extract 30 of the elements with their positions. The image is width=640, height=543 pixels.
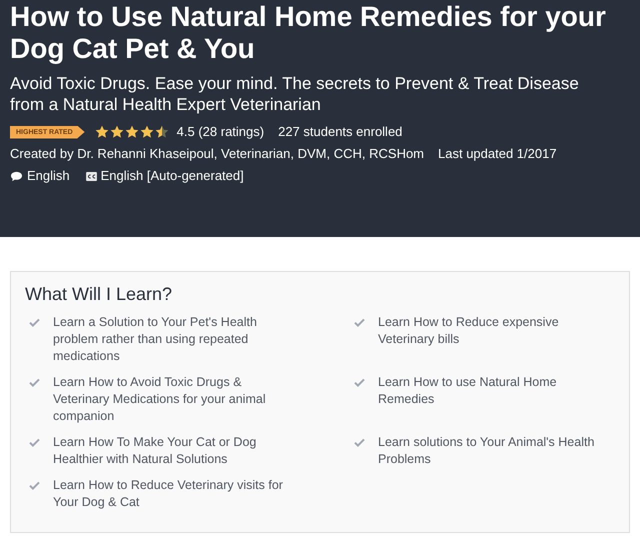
- learn-item-text: Learn How to Reduce Veterinary visits for Your Dog & Cat: [53, 477, 283, 511]
- learn-item-text: Learn How to Reduce expensive Veterinary bills: [378, 314, 560, 348]
- checkmark-icon: [29, 438, 40, 447]
- course-title: How to Use Natural Home Remedies for your Dog Cat Pet & You: [10, 1, 607, 65]
- star-icon: [94, 125, 109, 139]
- learn-item-text: Learn solutions to Your Animal's Health Problems: [378, 434, 596, 468]
- speech-bubble-icon: [10, 170, 23, 182]
- instructor-text: Created by Dr. Rehanni Khaseipoul, Veterinarian, DVM, CCH, RCSHom: [10, 145, 424, 163]
- learn-item-text: Learn How To Make Your Cat or Dog Healthier with Natural Solutions: [53, 434, 258, 468]
- closed-captions-icon: [86, 172, 97, 180]
- course-subtitle: Avoid Toxic Drugs. Ease your mind. The secrets to Prevent & Treat Disease from a Natural Health Expert Veterinarian: [10, 73, 580, 115]
- checkmark-icon: [29, 481, 40, 490]
- star-icon: [140, 125, 154, 139]
- language-text: English: [27, 167, 70, 185]
- learn-item-text: Learn a Solution to Your Pet's Health problem rather than using repeated medications: [53, 314, 258, 365]
- checkmark-icon: [29, 378, 40, 387]
- checkmark-icon: [354, 438, 365, 447]
- captions-text: English [Auto-generated]: [100, 167, 244, 185]
- star-icon: [124, 125, 139, 139]
- section-heading: What Will I Learn?: [25, 284, 174, 305]
- checkmark-icon: [354, 318, 365, 327]
- star-icon: [154, 125, 169, 139]
- star-icon: [110, 125, 124, 139]
- checkmark-icon: [29, 318, 40, 327]
- learn-item-text: Learn How to Avoid Toxic Drugs & Veterinary Medications for your animal companion: [53, 374, 267, 425]
- last-updated: Last updated 1/2017: [438, 145, 557, 163]
- learn-item-text: Learn How to use Natural Home Remedies: [378, 374, 558, 408]
- enrolled-count: 227 students enrolled: [278, 123, 402, 141]
- checkmark-icon: [354, 378, 365, 387]
- rating-text: 4.5 (28 ratings): [176, 123, 264, 141]
